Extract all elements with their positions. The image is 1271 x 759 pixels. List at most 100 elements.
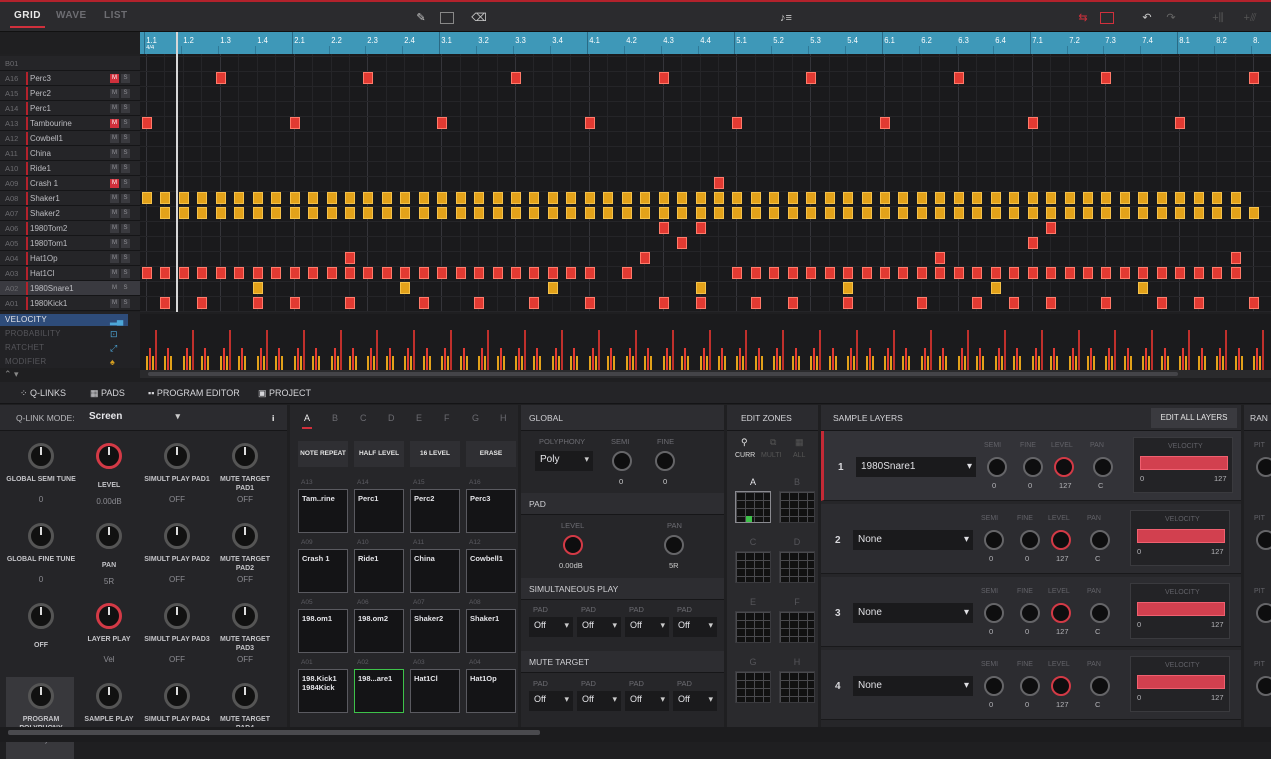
note[interactable] — [1009, 207, 1020, 219]
note[interactable] — [529, 207, 540, 219]
note[interactable] — [566, 192, 577, 204]
note[interactable] — [640, 207, 651, 219]
q-link-cell[interactable]: MUTE TARGET PAD3 OFF — [210, 597, 280, 675]
note[interactable] — [713, 177, 724, 189]
velocity-bar[interactable] — [484, 356, 487, 370]
track-mute-button[interactable]: M — [110, 239, 119, 248]
velocity-bar[interactable] — [487, 330, 490, 370]
layer-sample-select[interactable]: 1980Snare1 — [856, 457, 976, 477]
note[interactable] — [400, 267, 411, 279]
note[interactable] — [1046, 207, 1057, 219]
track-mute-button[interactable]: M — [110, 179, 119, 188]
pad-pan-knob[interactable] — [664, 535, 684, 555]
note[interactable] — [197, 297, 208, 309]
note[interactable] — [437, 192, 448, 204]
velocity-bar[interactable] — [819, 330, 822, 370]
velocity-bar[interactable] — [524, 330, 526, 370]
note[interactable] — [861, 207, 872, 219]
note[interactable] — [1046, 222, 1057, 234]
velocity-bar[interactable] — [1197, 356, 1200, 370]
velocity-bar[interactable] — [388, 348, 391, 370]
note-grid[interactable] — [140, 54, 1271, 312]
note[interactable] — [547, 267, 558, 279]
track-row[interactable]: A11 China M S — [0, 146, 140, 161]
velocity-bar[interactable] — [1077, 330, 1080, 370]
q-link-cell[interactable]: PAN 5R — [74, 517, 144, 595]
note[interactable] — [142, 192, 152, 204]
pitch-knob[interactable] — [1256, 603, 1271, 623]
note[interactable] — [953, 267, 964, 279]
redo-icon[interactable]: ↷ — [1162, 11, 1180, 25]
pad-bank-tab[interactable]: C — [360, 413, 367, 423]
velocity-bar[interactable] — [462, 348, 465, 370]
note[interactable] — [1138, 207, 1149, 219]
velocity-bar[interactable] — [481, 348, 484, 370]
note[interactable] — [142, 117, 152, 129]
velocity-bar[interactable] — [997, 348, 1000, 370]
velocity-bar[interactable] — [299, 356, 302, 370]
velocity-bar[interactable] — [662, 356, 665, 370]
note[interactable] — [769, 192, 780, 204]
velocity-bar[interactable] — [1126, 348, 1129, 370]
velocity-bar[interactable] — [225, 356, 228, 370]
note[interactable] — [1082, 207, 1093, 219]
note[interactable] — [1175, 267, 1186, 279]
velocity-bar[interactable] — [164, 356, 167, 370]
velocity-bar[interactable] — [1086, 356, 1089, 370]
velocity-bar[interactable] — [757, 348, 760, 370]
q-link-knob[interactable] — [164, 603, 190, 629]
q-link-cell[interactable]: MUTE TARGET PAD4OFF — [210, 677, 280, 755]
pad-bank-tab[interactable]: F — [444, 413, 450, 423]
track-mute-button[interactable]: M — [110, 134, 119, 143]
note[interactable] — [160, 192, 171, 204]
velocity-bar[interactable] — [1240, 356, 1243, 370]
note[interactable] — [1064, 207, 1075, 219]
edit-zone[interactable] — [735, 551, 771, 583]
note[interactable] — [769, 267, 780, 279]
note[interactable] — [234, 192, 245, 204]
q-link-cell[interactable]: SAMPLE PLAYOne Shot — [74, 677, 144, 755]
edit-zone[interactable] — [779, 491, 815, 523]
note[interactable] — [677, 237, 688, 249]
note[interactable] — [990, 207, 1001, 219]
note[interactable] — [1046, 297, 1057, 309]
note[interactable] — [271, 267, 282, 279]
velocity-bar[interactable] — [884, 356, 886, 370]
note[interactable] — [1027, 267, 1038, 279]
note[interactable] — [418, 207, 429, 219]
layer-pan-knob[interactable] — [1090, 676, 1110, 696]
velocity-bar[interactable] — [745, 330, 748, 370]
pitch-knob[interactable] — [1256, 530, 1271, 550]
velocity-bar[interactable] — [302, 330, 305, 370]
note[interactable] — [750, 207, 761, 219]
velocity-bar[interactable] — [1253, 356, 1255, 370]
sample-layer-row[interactable]: 2 None SEMI 0 FINE 0 LEVEL 127 PAN C VELOCITY 0 127 — [821, 504, 1241, 574]
q-link-cell[interactable]: SIMULT PLAY PAD3 OFF — [142, 597, 212, 675]
velocity-bar[interactable] — [560, 330, 563, 370]
info-icon[interactable]: i — [272, 413, 274, 423]
velocity-bar[interactable] — [850, 348, 853, 370]
track-mute-button[interactable]: M — [110, 89, 119, 98]
note[interactable] — [621, 192, 632, 204]
note[interactable] — [178, 267, 189, 279]
track-row[interactable]: A13 Tambourine M S — [0, 116, 140, 131]
drum-pad[interactable]: A14 Perc1 — [354, 479, 404, 533]
note[interactable] — [843, 297, 854, 309]
note[interactable] — [806, 192, 817, 204]
note[interactable] — [677, 192, 688, 204]
note[interactable] — [750, 297, 761, 309]
velocity-bar[interactable] — [957, 356, 960, 370]
drum-pad[interactable]: A03 Hat1Cl — [410, 659, 460, 713]
velocity-bar[interactable] — [1105, 356, 1108, 370]
note[interactable] — [843, 207, 854, 219]
note[interactable] — [843, 192, 854, 204]
velocity-bar[interactable] — [865, 356, 868, 370]
undo-icon[interactable]: ↶ — [1138, 11, 1156, 25]
mute-target-pad-select[interactable]: Off — [529, 691, 573, 711]
mode-curr[interactable]: CURR — [735, 452, 755, 459]
note[interactable] — [1027, 192, 1038, 204]
select-icon[interactable] — [440, 12, 454, 24]
note[interactable] — [529, 192, 540, 204]
velocity-bar[interactable] — [238, 356, 241, 370]
note[interactable] — [898, 192, 909, 204]
